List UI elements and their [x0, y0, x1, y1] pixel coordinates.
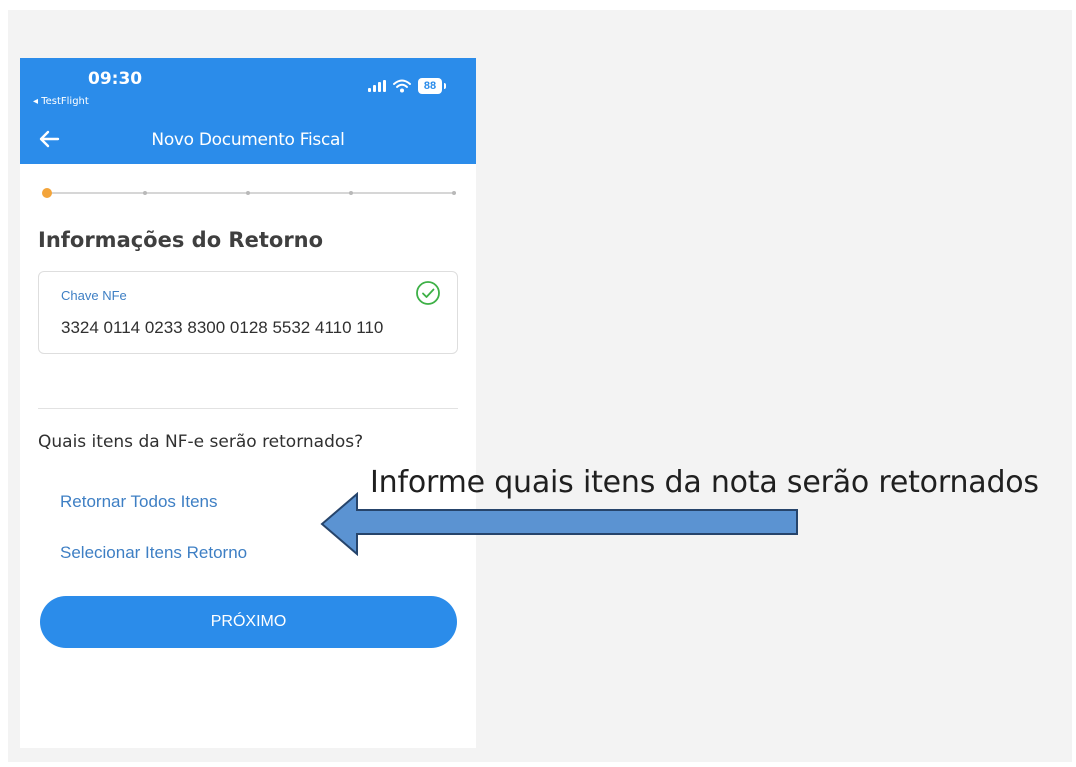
stepper-step-active — [42, 188, 52, 198]
app-bar: 09:30 ◂ TestFlight 88 Novo Documento Fis… — [20, 58, 476, 164]
stepper-step — [349, 191, 353, 195]
stepper-step — [452, 191, 456, 195]
status-time: 09:30 — [88, 69, 143, 89]
section-title: Informações do Retorno — [38, 228, 324, 252]
divider — [38, 408, 458, 409]
testflight-back-link[interactable]: ◂ TestFlight — [33, 96, 89, 107]
phone-screen: 09:30 ◂ TestFlight 88 Novo Documento Fis… — [20, 58, 476, 748]
return-items-question: Quais itens da NF-e serão retornados? — [38, 432, 364, 452]
cellular-signal-icon — [368, 80, 386, 92]
nfe-key-field[interactable]: Chave NFe 3324 0114 0233 8300 0128 5532 … — [38, 271, 458, 354]
stepper-step — [246, 191, 250, 195]
stepper-step — [143, 191, 147, 195]
check-circle-icon — [416, 281, 440, 305]
wifi-icon — [393, 79, 411, 93]
next-button[interactable]: PRÓXIMO — [40, 596, 457, 648]
battery-icon: 88 — [418, 78, 446, 94]
annotation-arrow-icon — [320, 492, 798, 556]
return-all-items-option[interactable]: Retornar Todos Itens — [60, 492, 218, 512]
select-return-items-option[interactable]: Selecionar Itens Retorno — [60, 543, 247, 563]
stepper-track — [46, 192, 456, 194]
progress-stepper — [42, 186, 456, 200]
nfe-key-input[interactable]: 3324 0114 0233 8300 0128 5532 4110 110 — [61, 318, 416, 338]
status-icons: 88 — [368, 78, 446, 94]
page-title: Novo Documento Fiscal — [151, 130, 345, 150]
nfe-key-label: Chave NFe — [61, 288, 127, 303]
